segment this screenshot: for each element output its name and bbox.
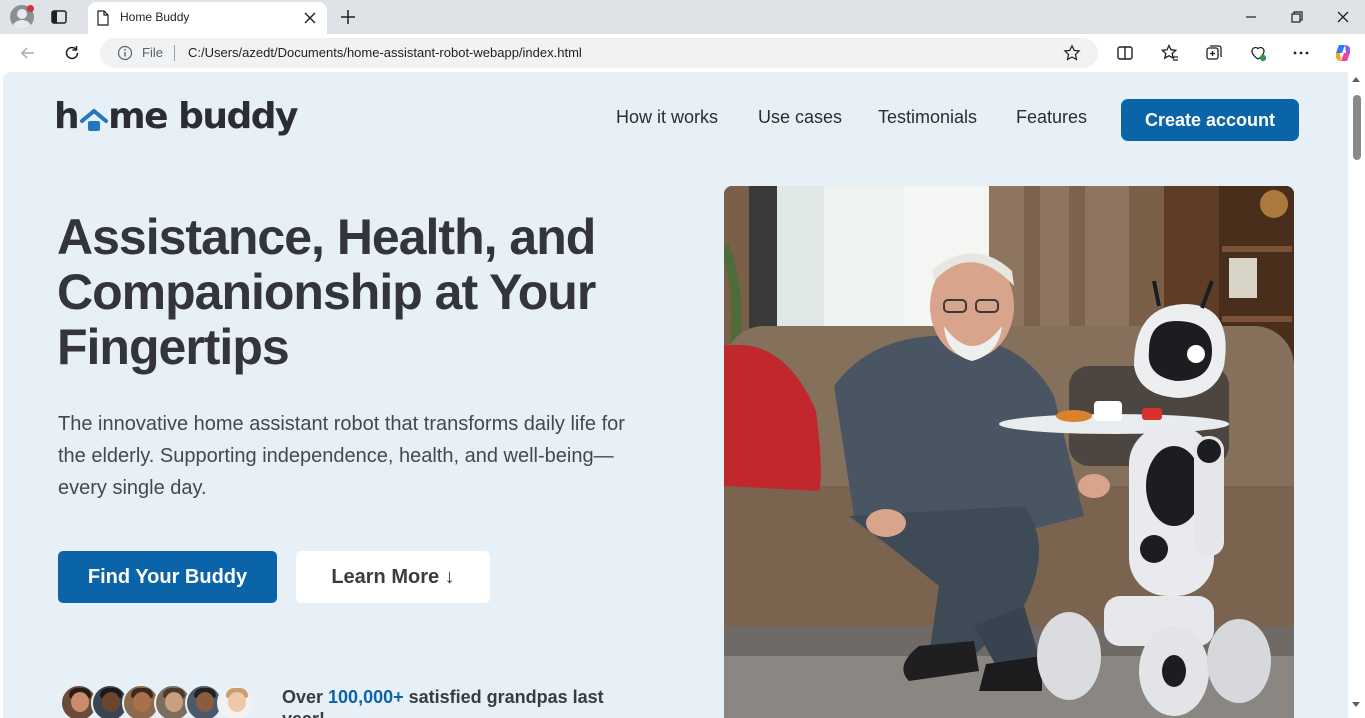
back-icon[interactable] [18,43,38,63]
tab-actions-icon[interactable] [50,8,68,26]
page-viewport: h me buddy How it works Use cases Testimo… [3,72,1348,718]
star-icon[interactable] [1063,44,1081,62]
learn-more-button[interactable]: Learn More ↓ [296,551,490,603]
more-icon[interactable] [1291,43,1311,63]
social-proof-count: 100,000+ [328,687,404,707]
close-icon[interactable] [302,10,318,26]
logo-text-h: h [54,96,80,137]
address-scheme: File [142,45,163,60]
plus-icon[interactable] [338,7,358,27]
nav-how-it-works[interactable]: How it works [616,107,718,128]
info-icon[interactable] [117,45,133,61]
house-roof-icon [80,109,108,131]
scroll-down-arrow[interactable] [1352,702,1360,707]
find-your-buddy-button[interactable]: Find Your Buddy [58,551,277,603]
browser-tab-bar: Home Buddy [0,0,1365,34]
address-url[interactable]: C:/Users/azedt/Documents/home-assistant-… [188,45,582,60]
minimize-icon[interactable] [1243,9,1259,25]
social-proof-text: Over 100,000+ satisfied grandpas last ye… [282,687,604,718]
tab-title: Home Buddy [120,10,190,24]
browser-essentials-icon[interactable] [1248,43,1268,63]
create-account-button[interactable]: Create account [1121,99,1299,141]
maximize-icon[interactable] [1289,9,1305,25]
home-buddy-logo[interactable]: h me buddy [54,96,299,142]
collections-icon[interactable] [1204,43,1224,63]
split-screen-icon[interactable] [1115,43,1135,63]
scroll-up-arrow[interactable] [1352,77,1360,82]
page-icon [97,10,109,26]
address-bar[interactable]: File C:/Users/azedt/Documents/home-assis… [100,38,1098,68]
refresh-icon[interactable] [62,43,82,63]
nav-use-cases[interactable]: Use cases [758,107,842,128]
nav-testimonials[interactable]: Testimonials [878,107,977,128]
address-divider [174,45,175,61]
browser-toolbar: File C:/Users/azedt/Documents/home-assis… [0,34,1365,72]
page-scrollbar[interactable] [1348,72,1365,718]
copilot-icon[interactable] [1333,43,1353,63]
hero-subtext: The innovative home assistant robot that… [58,413,625,499]
hero-headline: Assistance, Health, and Companionship at… [57,209,596,375]
logo-text-rest: me buddy [108,96,298,137]
browser-tab-active[interactable]: Home Buddy [88,2,327,34]
hero-image-elderly-man-with-robot [724,186,1294,718]
profile-notification-dot [27,5,34,12]
scrollbar-thumb[interactable] [1353,95,1361,160]
avatar [217,684,255,718]
favorites-icon[interactable] [1160,43,1180,63]
close-window-icon[interactable] [1335,9,1351,25]
customer-avatars [60,684,270,718]
nav-features[interactable]: Features [1016,107,1087,128]
